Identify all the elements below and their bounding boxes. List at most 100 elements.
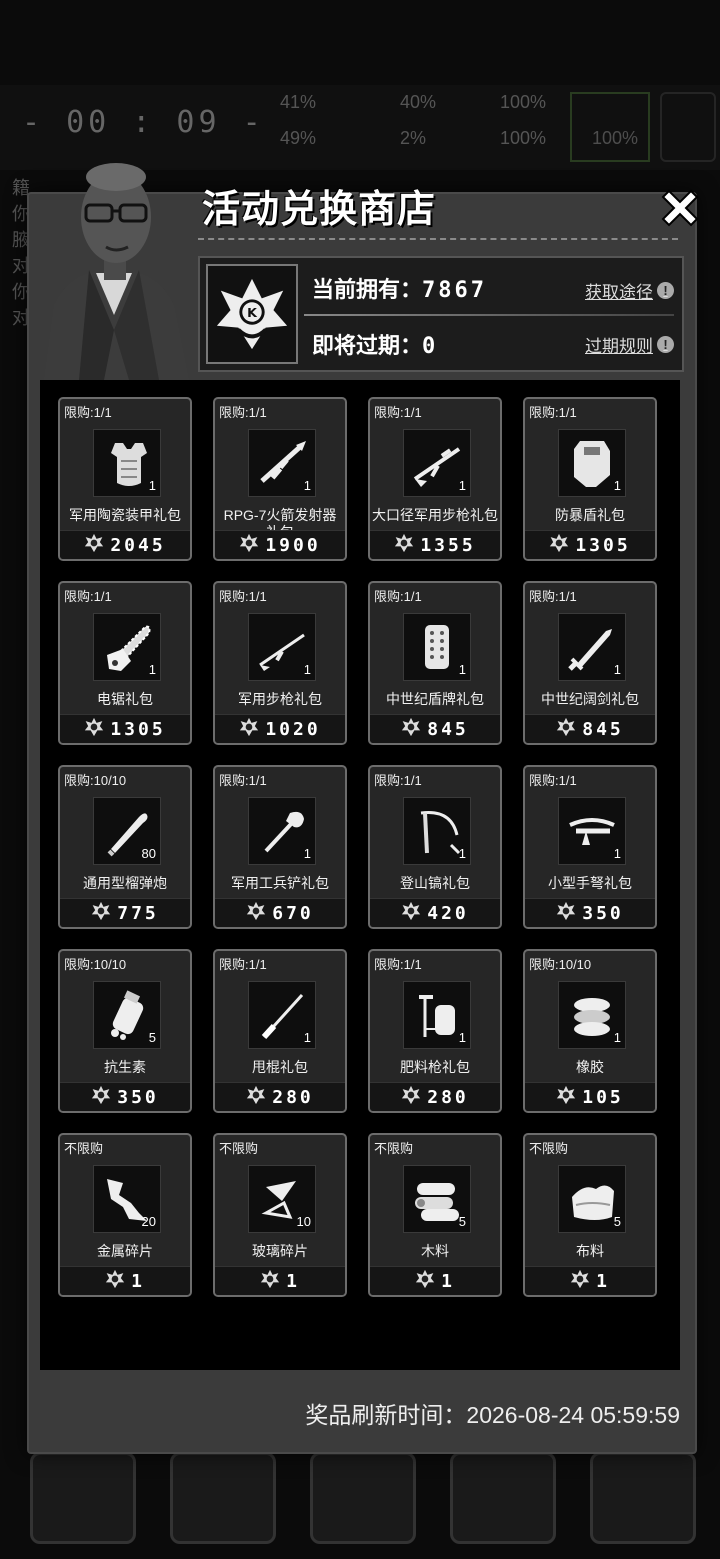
svg-text:K: K xyxy=(247,305,258,320)
shop-item-card[interactable]: 限购:1/1 1 甩棍礼包 280 xyxy=(213,949,347,1113)
expiring-label: 即将过期： xyxy=(312,333,423,358)
close-icon[interactable] xyxy=(655,183,705,233)
purchase-limit: 限购:1/1 xyxy=(64,405,112,420)
item-price: 845 xyxy=(427,718,469,740)
item-price: 1020 xyxy=(265,718,321,740)
currency-info-box: K 当前拥有：7867 获取途径! 即将过期：0 过期规则! xyxy=(198,256,684,372)
item-quantity: 1 xyxy=(303,662,311,677)
shop-item-card[interactable]: 限购:10/10 1 橡胶 105 xyxy=(523,949,657,1113)
shovel-icon xyxy=(264,811,304,853)
token-icon xyxy=(415,1269,435,1294)
token-icon xyxy=(260,1269,280,1294)
shop-item-card[interactable]: 不限购 5 布料 1 xyxy=(523,1133,657,1297)
medieval-shield-icon xyxy=(425,625,449,669)
item-quantity: 1 xyxy=(613,478,621,493)
price-bar: 1 xyxy=(370,1266,500,1295)
shop-item-card[interactable]: 限购:1/11RPG-7火箭发射器礼包1900 xyxy=(213,397,347,561)
ice-axe-icon xyxy=(420,810,461,855)
shop-item-card[interactable]: 不限购 20 金属碎片 1 xyxy=(58,1133,192,1297)
price-bar: 1305 xyxy=(60,714,190,743)
purchase-limit: 不限购 xyxy=(374,1141,414,1156)
token-icon xyxy=(239,717,259,742)
token-icon xyxy=(246,1085,266,1110)
item-name: 金属碎片 xyxy=(97,1243,153,1259)
price-bar: 845 xyxy=(370,714,500,743)
price-bar: 1900 xyxy=(215,530,345,559)
menu-button[interactable] xyxy=(590,1452,696,1544)
price-bar: 775 xyxy=(60,898,190,927)
token-icon xyxy=(556,717,576,742)
notes-button[interactable] xyxy=(310,1452,416,1544)
item-price: 1 xyxy=(596,1270,610,1292)
item-price: 105 xyxy=(582,1086,624,1108)
purchase-limit: 限购:1/1 xyxy=(529,589,577,604)
item-name: 抗生素 xyxy=(104,1059,146,1075)
price-bar: 280 xyxy=(215,1082,345,1111)
purchase-limit: 限购:10/10 xyxy=(64,773,127,788)
refresh-time-row: 奖品刷新时间：2026-08-24 05:59:59 xyxy=(305,1396,680,1430)
token-icon xyxy=(549,533,569,558)
token-icon xyxy=(84,717,104,742)
item-quantity: 10 xyxy=(296,1214,311,1229)
item-price: 1 xyxy=(286,1270,300,1292)
shop-item-card[interactable]: 限购:1/1 1 中世纪阔剑礼包 845 xyxy=(523,581,657,745)
shop-item-card[interactable]: 限购:1/1 1 电锯礼包 1305 xyxy=(58,581,192,745)
price-bar: 1020 xyxy=(215,714,345,743)
price-bar: 670 xyxy=(215,898,345,927)
item-name: 橡胶 xyxy=(576,1059,604,1075)
rocket-launcher-icon xyxy=(260,441,306,483)
shop-item-card[interactable]: 限购:10/10 5 抗生素 350 xyxy=(58,949,192,1113)
item-name: 大口径军用步枪礼包 xyxy=(372,507,498,523)
refresh-time: 2026-08-24 05:59:59 xyxy=(466,1402,680,1428)
item-quantity: 80 xyxy=(141,846,156,861)
shop-item-card[interactable]: 限购:1/1 1 登山镐礼包 420 xyxy=(368,765,502,929)
expiry-rules-link[interactable]: 过期规则! xyxy=(585,332,674,357)
token-icon xyxy=(570,1269,590,1294)
item-quantity: 1 xyxy=(303,1030,311,1045)
price-bar: 105 xyxy=(525,1082,655,1111)
background-stats: 41% 40% 100% 49% 2% 100% xyxy=(210,92,560,160)
cloth-icon xyxy=(572,1185,614,1220)
item-quantity: 1 xyxy=(613,1030,621,1045)
stat-value: 100% xyxy=(500,128,547,148)
item-price: 280 xyxy=(272,1086,314,1108)
shop-item-card[interactable]: 限购:1/1 1 中世纪盾牌礼包 845 xyxy=(368,581,502,745)
purchase-limit: 限购:1/1 xyxy=(529,773,577,788)
shop-item-card[interactable]: 限购:1/1 1 肥料枪礼包 280 xyxy=(368,949,502,1113)
price-bar: 1 xyxy=(525,1266,655,1295)
shop-item-card[interactable]: 限购:1/1 1 军用步枪礼包 1020 xyxy=(213,581,347,745)
item-name: 军用步枪礼包 xyxy=(238,691,322,707)
info-icon: ! xyxy=(657,282,674,299)
shop-item-card[interactable]: 限购:1/1 1 小型手弩礼包 350 xyxy=(523,765,657,929)
item-name: 中世纪盾牌礼包 xyxy=(386,691,484,707)
obtain-methods-link[interactable]: 获取途径! xyxy=(585,278,674,303)
shop-item-card[interactable]: 限购:10/10 80 通用型榴弹炮 775 xyxy=(58,765,192,929)
background-status-box: 100% xyxy=(570,92,650,162)
backpack-button[interactable] xyxy=(30,1452,136,1544)
expiry-rules-label: 过期规则 xyxy=(585,337,653,356)
stat-value: 2% xyxy=(400,128,427,148)
item-quantity: 1 xyxy=(458,1030,466,1045)
item-quantity: 5 xyxy=(458,1214,466,1229)
shop-item-card[interactable]: 限购:1/1 1 大口径军用步枪礼包 1355 xyxy=(368,397,502,561)
heavy-rifle-icon xyxy=(413,447,461,487)
price-bar: 1 xyxy=(215,1266,345,1295)
shop-item-card[interactable]: 限购:1/1 1 军用工兵铲礼包 670 xyxy=(213,765,347,929)
shop-item-card[interactable]: 限购:1/1 1 军用陶瓷装甲礼包 2045 xyxy=(58,397,192,561)
shop-item-card[interactable]: 不限购 5 木料 1 xyxy=(368,1133,502,1297)
shop-item-card[interactable]: 不限购 10 玻璃碎片 1 xyxy=(213,1133,347,1297)
item-name: 军用工兵铲礼包 xyxy=(231,875,329,891)
broadsword-icon xyxy=(568,629,612,671)
price-bar: 350 xyxy=(60,1082,190,1111)
item-quantity: 1 xyxy=(613,846,621,861)
info-icon: ! xyxy=(657,336,674,353)
item-quantity: 1 xyxy=(613,662,621,677)
expiring-value: 0 xyxy=(422,334,436,359)
item-price: 1 xyxy=(131,1270,145,1292)
shop-item-card[interactable]: 限购:1/1 1 防暴盾礼包 1305 xyxy=(523,397,657,561)
riot-shield-icon xyxy=(574,441,610,487)
item-price: 775 xyxy=(117,902,159,924)
skills-button[interactable] xyxy=(170,1452,276,1544)
purchase-limit: 限购:1/1 xyxy=(374,589,422,604)
shop-button[interactable] xyxy=(450,1452,556,1544)
